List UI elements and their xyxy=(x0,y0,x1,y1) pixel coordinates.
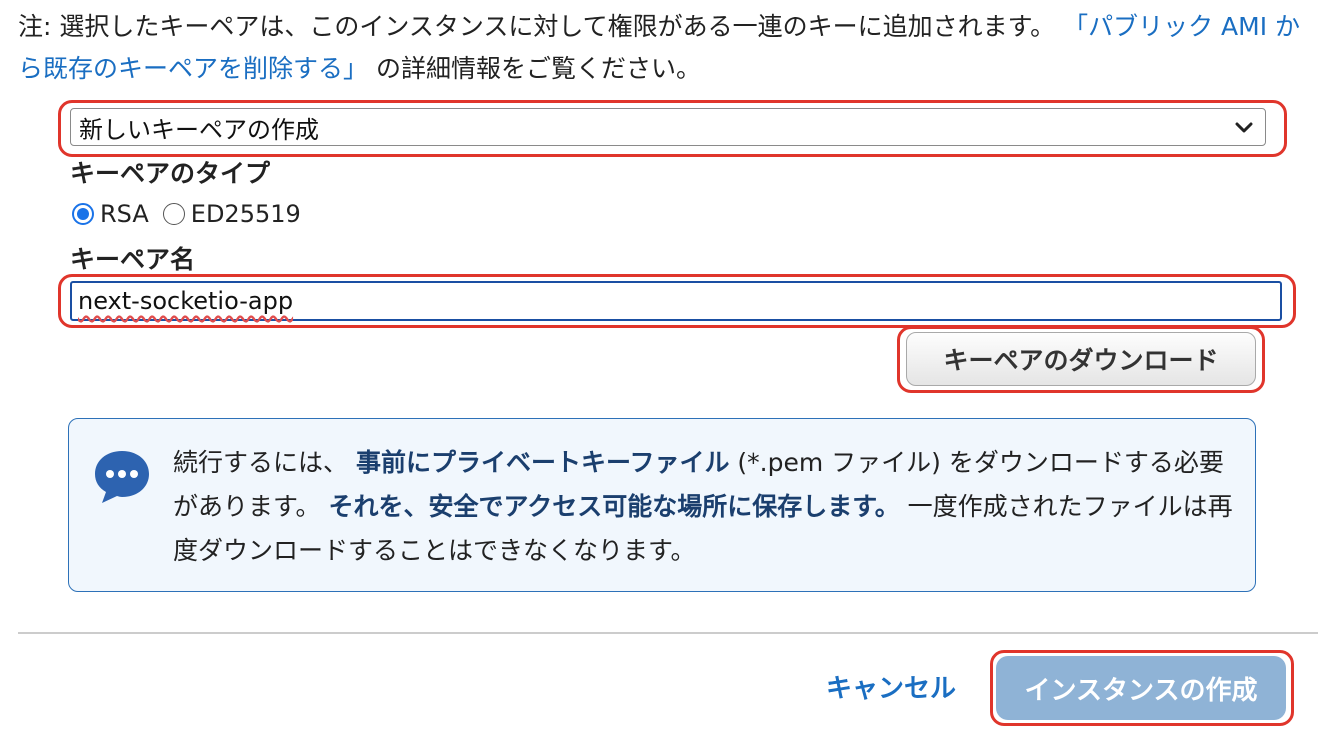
footer-divider xyxy=(18,632,1318,634)
chevron-down-icon xyxy=(1235,122,1253,133)
create-instance-button[interactable]: インスタンスの作成 xyxy=(996,656,1286,720)
download-keypair-button[interactable]: キーペアのダウンロード xyxy=(906,332,1256,386)
chat-bubble-icon xyxy=(95,451,149,503)
keypair-select-value: 新しいキーペアの作成 xyxy=(79,115,319,144)
note-suffix: の詳細情報をご覧ください。 xyxy=(368,54,701,83)
keypair-select[interactable]: 新しいキーペアの作成 xyxy=(70,108,1266,146)
info-text-1: 続行するには、 xyxy=(173,448,356,477)
radio-ed25519-label[interactable]: ED25519 xyxy=(191,200,301,228)
keypair-name-label: キーペア名 xyxy=(70,245,196,274)
cancel-button[interactable]: キャンセル xyxy=(826,664,956,708)
key-pair-dialog: 注: 選択したキーペアは、このインスタンスに対して権限がある一連のキーに追加され… xyxy=(0,0,1334,736)
info-alert: 続行するには、 事前にプライベートキーファイル (*.pem ファイル) をダウ… xyxy=(68,418,1256,592)
keypair-name-value: next-socketio-app xyxy=(78,287,294,315)
keypair-type-label: キーペアのタイプ xyxy=(70,159,271,188)
note-text: 注: 選択したキーペアは、このインスタンスに対して権限がある一連のキーに追加され… xyxy=(18,12,1056,41)
info-message: 続行するには、 事前にプライベートキーファイル (*.pem ファイル) をダウ… xyxy=(173,441,1243,573)
info-bold-1: 事前にプライベートキーファイル xyxy=(355,448,730,477)
key-pair-note: 注: 選択したキーペアは、このインスタンスに対して権限がある一連のキーに追加され… xyxy=(18,6,1318,90)
info-bold-2: それを、安全でアクセス可能な場所に保存します。 xyxy=(328,492,900,521)
radio-rsa[interactable] xyxy=(72,203,94,225)
radio-ed25519[interactable] xyxy=(162,203,185,225)
keypair-name-input[interactable]: next-socketio-app xyxy=(70,281,1282,321)
radio-rsa-label[interactable]: RSA xyxy=(100,200,149,228)
keypair-type-radios: RSA ED25519 xyxy=(72,196,315,232)
